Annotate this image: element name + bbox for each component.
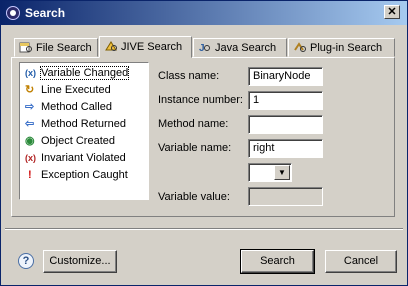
list-item-label: Method Called — [41, 101, 112, 113]
method-name-field[interactable] — [248, 115, 323, 134]
cancel-button[interactable]: Cancel — [325, 250, 397, 273]
class-name-label: Class name: — [158, 70, 220, 82]
class-name-field[interactable]: BinaryNode — [248, 67, 323, 86]
tab-jive-search-label: JIVE Search — [121, 41, 183, 53]
list-item-label: Line Executed — [41, 84, 111, 96]
method-name-label: Method name: — [158, 118, 229, 130]
svg-text:J: J — [199, 43, 205, 53]
list-item-label: Invariant Violated — [41, 152, 126, 164]
object-created-icon: ◉ — [25, 135, 35, 147]
list-item-invariant-violated[interactable]: (x) Invariant Violated — [21, 150, 147, 167]
instance-number-field[interactable]: 1 — [248, 91, 323, 110]
invariant-violated-icon: (x) — [25, 153, 36, 163]
file-search-icon — [19, 41, 33, 53]
list-item-label: Variable Changed — [39, 66, 130, 80]
list-item-variable-changed[interactable]: (x) Variable Changed — [21, 65, 147, 82]
variable-name-label: Variable name: — [158, 142, 232, 154]
java-search-icon: J — [198, 41, 212, 54]
help-icon[interactable]: ? — [18, 253, 34, 269]
search-dialog: Search ✕ File Search JIVE Search J Java … — [0, 0, 408, 286]
instance-number-label: Instance number: — [158, 94, 243, 106]
search-type-list[interactable]: (x) Variable Changed ↻ Line Executed ⇨ M… — [19, 62, 149, 200]
list-item-label: Method Returned — [41, 118, 126, 130]
tab-java-search-label: Java Search — [215, 42, 277, 54]
jive-search-icon — [104, 40, 118, 52]
list-item-method-returned[interactable]: ⇦ Method Returned — [21, 116, 147, 133]
tab-file-search[interactable]: File Search — [14, 38, 98, 57]
tab-jive-search[interactable]: JIVE Search — [99, 36, 192, 58]
tab-java-search[interactable]: J Java Search — [193, 38, 287, 57]
search-button[interactable]: Search — [240, 249, 315, 274]
customize-button[interactable]: Customize... — [43, 250, 117, 273]
method-returned-icon: ⇦ — [25, 118, 35, 130]
list-item-label: Exception Caught — [41, 169, 128, 181]
close-button[interactable]: ✕ — [384, 5, 400, 19]
list-item-line-executed[interactable]: ↻ Line Executed — [21, 82, 147, 99]
tab-plugin-search[interactable]: Plug-in Search — [288, 38, 395, 57]
tab-plugin-search-label: Plug-in Search — [310, 42, 383, 54]
method-called-icon: ⇨ — [25, 101, 35, 113]
variable-name-field[interactable]: right — [248, 139, 323, 158]
variable-value-label: Variable value: — [158, 191, 230, 203]
operator-dropdown[interactable]: ▼ — [248, 163, 292, 182]
eclipse-icon — [6, 6, 20, 20]
plugin-search-icon — [293, 41, 307, 53]
dropdown-arrow-icon[interactable]: ▼ — [274, 165, 290, 180]
separator — [5, 228, 403, 230]
tab-file-search-label: File Search — [36, 42, 92, 54]
variable-changed-icon: (x) — [25, 68, 36, 78]
title-bar: Search ✕ — [1, 1, 407, 25]
list-item-exception-caught[interactable]: ! Exception Caught — [21, 167, 147, 184]
list-item-label: Object Created — [41, 135, 115, 147]
window-title: Search — [25, 6, 66, 20]
list-item-object-created[interactable]: ◉ Object Created — [21, 133, 147, 150]
variable-value-field[interactable] — [248, 187, 323, 206]
list-item-method-called[interactable]: ⇨ Method Called — [21, 99, 147, 116]
line-executed-icon: ↻ — [25, 84, 35, 96]
exception-caught-icon: ! — [28, 169, 32, 181]
